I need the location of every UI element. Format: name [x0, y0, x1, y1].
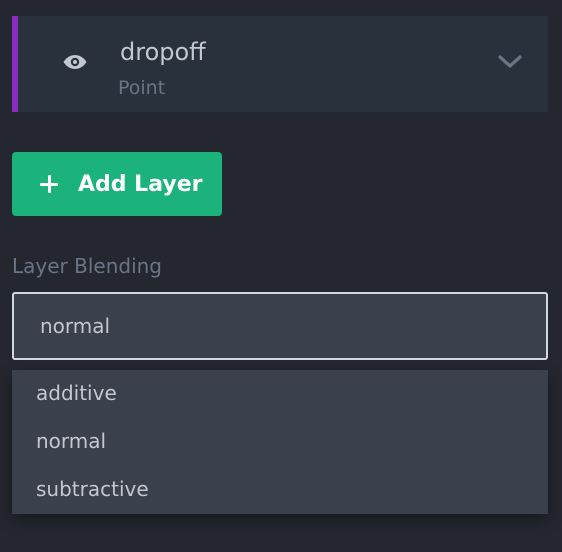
option-label: subtractive [36, 477, 149, 501]
layer-blending-options: additive normal subtractive [12, 370, 548, 514]
expand-layer-button[interactable] [494, 50, 526, 78]
add-layer-button[interactable]: Add Layer [12, 152, 222, 216]
add-layer-label: Add Layer [78, 171, 203, 197]
option-label: normal [36, 429, 107, 453]
layer-type: Point [118, 77, 166, 99]
blending-option-normal[interactable]: normal [12, 418, 548, 466]
layer-blending-label: Layer Blending [12, 254, 162, 278]
visibility-toggle[interactable] [60, 52, 90, 76]
layer-color-accent [12, 16, 18, 112]
layer-blending-select[interactable]: normal [12, 292, 548, 360]
layer-item-dropoff[interactable]: dropoff Point [12, 16, 548, 112]
plus-icon [40, 175, 58, 193]
chevron-down-icon [497, 54, 523, 74]
blending-option-additive[interactable]: additive [12, 370, 548, 418]
eye-icon [62, 53, 88, 75]
blending-option-subtractive[interactable]: subtractive [12, 466, 548, 514]
option-label: additive [36, 381, 117, 405]
layer-name: dropoff [120, 38, 206, 66]
layer-manager-panel: dropoff Point Add Layer Layer Blending n… [0, 0, 562, 552]
layer-blending-selected-value: normal [40, 314, 111, 338]
